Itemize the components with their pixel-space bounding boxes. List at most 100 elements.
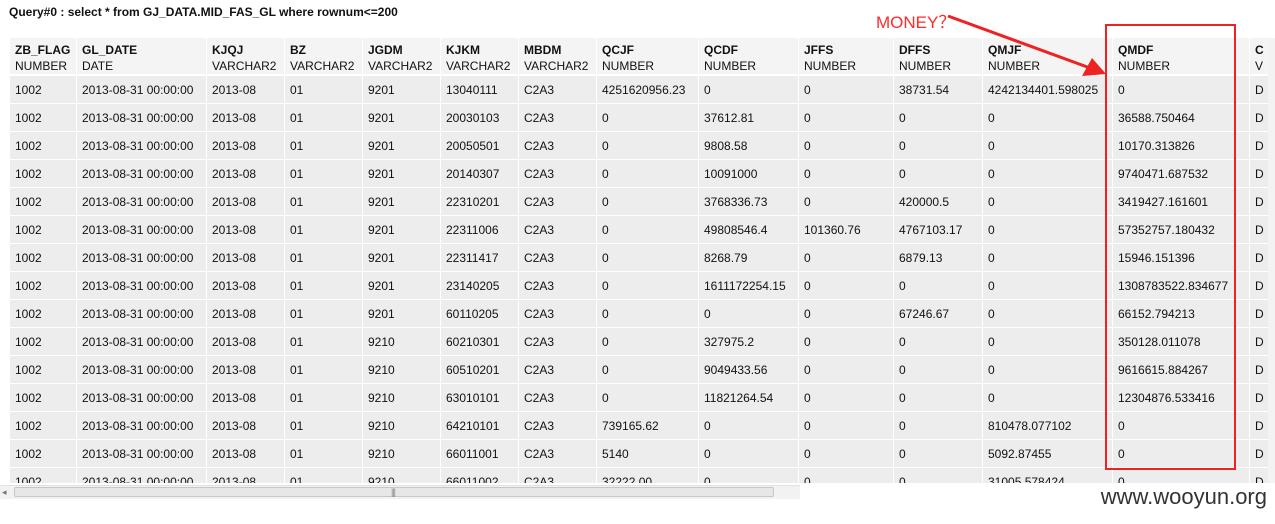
cell-bz[interactable]: 01	[285, 188, 363, 216]
cell-qmjf[interactable]: 4242134401.598025	[983, 76, 1113, 104]
cell-mbdm[interactable]: C2A3	[519, 216, 597, 244]
cell-mbdm[interactable]: C2A3	[519, 188, 597, 216]
cell-kjqj[interactable]: 2013-08	[207, 356, 285, 384]
cell-bz[interactable]: 01	[285, 384, 363, 412]
cell-jffs[interactable]: 0	[799, 356, 894, 384]
cell-bz[interactable]: 01	[285, 272, 363, 300]
cell-jgdm[interactable]: 9201	[363, 300, 441, 328]
cell-gl_date[interactable]: 2013-08-31 00:00:00	[77, 104, 207, 132]
cell-zb_flag[interactable]: 1002	[10, 132, 77, 160]
cell-qcjf[interactable]: 0	[597, 356, 699, 384]
cell-kjkm[interactable]: 23140205	[441, 272, 519, 300]
table-row[interactable]: 1002 2013-08-31 00:00:00 2013-08 01 9210 6421…	[10, 412, 1272, 440]
cell-bz[interactable]: 01	[285, 132, 363, 160]
cell-kjqj[interactable]: 2013-08	[207, 76, 285, 104]
cell-qmdf[interactable]: 66152.794213	[1113, 300, 1250, 328]
cell-bz[interactable]: 01	[285, 160, 363, 188]
cell-jgdm[interactable]: 9210	[363, 384, 441, 412]
cell-qcjf[interactable]: 0	[597, 244, 699, 272]
cell-gl_date[interactable]: 2013-08-31 00:00:00	[77, 272, 207, 300]
cell-kjkm[interactable]: 22311006	[441, 216, 519, 244]
cell-jffs[interactable]: 0	[799, 244, 894, 272]
cell-bz[interactable]: 01	[285, 468, 363, 483]
cell-qmdf[interactable]: 10170.313826	[1113, 132, 1250, 160]
cell-zb_flag[interactable]: 1002	[10, 384, 77, 412]
cell-zb_flag[interactable]: 1002	[10, 104, 77, 132]
cell-jgdm[interactable]: 9210	[363, 328, 441, 356]
scroll-left-arrow-icon[interactable]: ◂	[2, 487, 7, 498]
cell-qmjf[interactable]: 5092.87455	[983, 440, 1113, 468]
cell-qcjf[interactable]: 0	[597, 328, 699, 356]
cell-qcdf[interactable]: 0	[699, 468, 799, 483]
column-header-gl_date[interactable]: GL_DATE DATE	[77, 38, 207, 76]
cell-qcdf[interactable]: 49808546.4	[699, 216, 799, 244]
cell-qcdf[interactable]: 9049433.56	[699, 356, 799, 384]
cell-gl_date[interactable]: 2013-08-31 00:00:00	[77, 384, 207, 412]
cell-kjkm[interactable]: 60110205	[441, 300, 519, 328]
cell-kjqj[interactable]: 2013-08	[207, 160, 285, 188]
cell-gl_date[interactable]: 2013-08-31 00:00:00	[77, 300, 207, 328]
column-header-jgdm[interactable]: JGDM VARCHAR2	[363, 38, 441, 76]
cell-gl_date[interactable]: 2013-08-31 00:00:00	[77, 160, 207, 188]
cell-dffs[interactable]: 38731.54	[894, 76, 983, 104]
cell-mbdm[interactable]: C2A3	[519, 328, 597, 356]
scrollbar-thumb[interactable]: |||	[14, 487, 774, 497]
cell-jgdm[interactable]: 9210	[363, 412, 441, 440]
cell-qmjf[interactable]: 0	[983, 216, 1113, 244]
cell-qmdf[interactable]: 3419427.161601	[1113, 188, 1250, 216]
table-row[interactable]: 1002 2013-08-31 00:00:00 2013-08 01 9210 6601…	[10, 440, 1272, 468]
cell-jffs[interactable]: 0	[799, 328, 894, 356]
cell-jffs[interactable]: 0	[799, 132, 894, 160]
cell-jffs[interactable]: 101360.76	[799, 216, 894, 244]
cell-kjqj[interactable]: 2013-08	[207, 440, 285, 468]
cell-qcjf[interactable]: 0	[597, 384, 699, 412]
cell-qmjf[interactable]: 0	[983, 132, 1113, 160]
cell-kjkm[interactable]: 64210101	[441, 412, 519, 440]
cell-zb_flag[interactable]: 1002	[10, 440, 77, 468]
table-row[interactable]: 1002 2013-08-31 00:00:00 2013-08 01 9201 2231…	[10, 188, 1272, 216]
cell-qcjf[interactable]: 5140	[597, 440, 699, 468]
table-row[interactable]: 1002 2013-08-31 00:00:00 2013-08 01 9201 1304…	[10, 76, 1272, 104]
cell-kjqj[interactable]: 2013-08	[207, 104, 285, 132]
cell-jgdm[interactable]: 9201	[363, 160, 441, 188]
cell-gl_date[interactable]: 2013-08-31 00:00:00	[77, 440, 207, 468]
cell-jffs[interactable]: 0	[799, 76, 894, 104]
cell-qmjf[interactable]: 0	[983, 244, 1113, 272]
cell-jgdm[interactable]: 9201	[363, 216, 441, 244]
cell-bz[interactable]: 01	[285, 216, 363, 244]
cell-jffs[interactable]: 0	[799, 188, 894, 216]
cell-jffs[interactable]: 0	[799, 468, 894, 483]
cell-kjqj[interactable]: 2013-08	[207, 216, 285, 244]
cell-qmjf[interactable]: 0	[983, 328, 1113, 356]
cell-qmjf[interactable]: 0	[983, 188, 1113, 216]
column-header-qcjf[interactable]: QCJF NUMBER	[597, 38, 699, 76]
cell-kjkm[interactable]: 22311417	[441, 244, 519, 272]
cell-kjqj[interactable]: 2013-08	[207, 328, 285, 356]
cell-mbdm[interactable]: C2A3	[519, 440, 597, 468]
table-row[interactable]: 1002 2013-08-31 00:00:00 2013-08 01 9210 6051…	[10, 356, 1272, 384]
cell-qcjf[interactable]: 0	[597, 216, 699, 244]
cell-jffs[interactable]: 0	[799, 104, 894, 132]
column-header-zb_flag[interactable]: ZB_FLAG NUMBER	[10, 38, 77, 76]
cell-qmjf[interactable]: 0	[983, 160, 1113, 188]
cell-gl_date[interactable]: 2013-08-31 00:00:00	[77, 76, 207, 104]
cell-qcdf[interactable]: 9808.58	[699, 132, 799, 160]
cell-kjkm[interactable]: 20140307	[441, 160, 519, 188]
cell-zb_flag[interactable]: 1002	[10, 412, 77, 440]
table-row[interactable]: 1002 2013-08-31 00:00:00 2013-08 01 9201 2003…	[10, 104, 1272, 132]
cell-kjqj[interactable]: 2013-08	[207, 300, 285, 328]
cell-dffs[interactable]: 0	[894, 468, 983, 483]
cell-mbdm[interactable]: C2A3	[519, 356, 597, 384]
cell-jgdm[interactable]: 9201	[363, 272, 441, 300]
table-row[interactable]: 1002 2013-08-31 00:00:00 2013-08 01 9210 6301…	[10, 384, 1272, 412]
cell-dffs[interactable]: 0	[894, 132, 983, 160]
cell-kjkm[interactable]: 13040111	[441, 76, 519, 104]
cell-bz[interactable]: 01	[285, 328, 363, 356]
cell-qmdf[interactable]: 0	[1113, 412, 1250, 440]
cell-qcdf[interactable]: 37612.81	[699, 104, 799, 132]
cell-qcdf[interactable]: 8268.79	[699, 244, 799, 272]
cell-bz[interactable]: 01	[285, 412, 363, 440]
cell-qcjf[interactable]: 32222.00	[597, 468, 699, 483]
cell-qcdf[interactable]: 0	[699, 440, 799, 468]
cell-jgdm[interactable]: 9201	[363, 104, 441, 132]
